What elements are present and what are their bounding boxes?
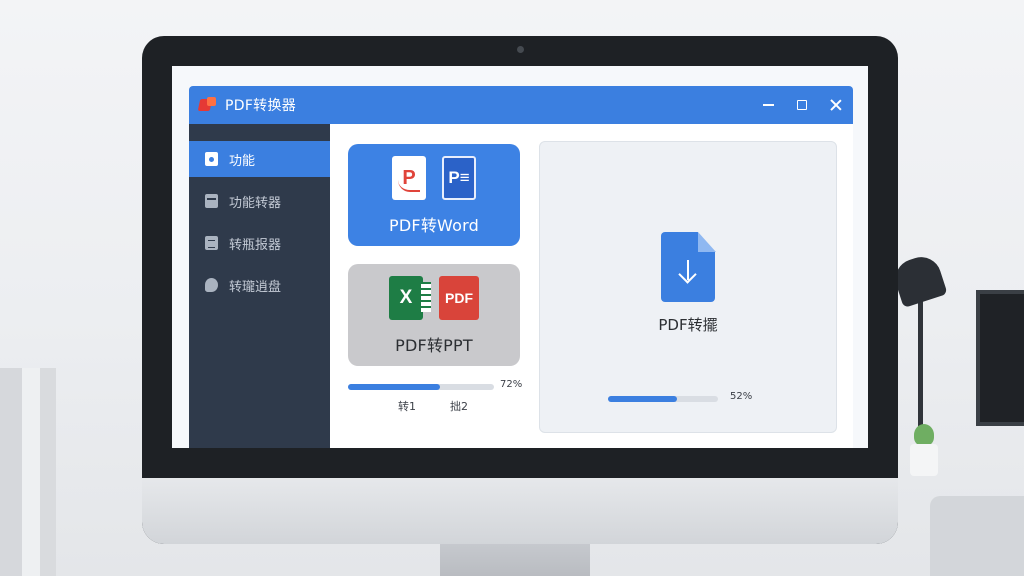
word-file-icon: P≡ xyxy=(442,156,476,200)
file-fold xyxy=(698,232,716,252)
side-shelf xyxy=(900,476,1024,488)
step-label: 拙2 xyxy=(450,400,468,413)
sidebar-item-label: 功能 xyxy=(229,153,256,169)
settings-icon xyxy=(205,278,218,292)
app-window: PDF转换器 功能 功能转器 转瓶报器 转瓏逍盘 P P≡ PDF转Word X… xyxy=(189,86,853,448)
minimize-icon xyxy=(762,104,774,106)
app-title: PDF转换器 xyxy=(225,98,297,114)
close-icon xyxy=(830,99,842,111)
app-logo-icon xyxy=(197,97,219,113)
sidebar-item-features[interactable]: 功能 xyxy=(189,141,330,177)
desk-lamp xyxy=(890,251,948,309)
drop-progress: 52% xyxy=(608,391,752,402)
step-label: 转1 xyxy=(398,400,416,413)
screen: PDF转换器 功能 功能转器 转瓶报器 转瓏逍盘 P P≡ PDF转Word X… xyxy=(172,66,868,448)
progress-percent: 52% xyxy=(730,391,753,402)
window-controls xyxy=(751,86,853,124)
sidebar-item-label: 功能转器 xyxy=(229,195,282,211)
sidebar: 功能 功能转器 转瓶报器 转瓏逍盘 xyxy=(189,124,330,448)
sidebar-item-converter[interactable]: 功能转器 xyxy=(189,183,330,219)
close-button[interactable] xyxy=(819,86,853,124)
pdf-to-ppt-card[interactable]: X PDF PDF转PPT xyxy=(348,264,520,366)
sidebar-item-label: 转瓏逍盘 xyxy=(229,279,282,295)
file-drop-zone[interactable]: PDF转擺 52% xyxy=(539,141,837,433)
maximize-icon xyxy=(797,100,807,110)
progress-bar xyxy=(348,384,494,390)
document-icon xyxy=(205,236,218,250)
arrow-down-icon xyxy=(678,260,698,282)
books xyxy=(0,368,56,576)
pdf-file-icon: P xyxy=(392,156,426,200)
card-label: PDF转Word xyxy=(389,216,479,235)
excel-file-icon: X xyxy=(389,276,431,320)
titlebar[interactable]: PDF转换器 xyxy=(189,86,853,124)
plant xyxy=(914,424,934,446)
conversion-progress: 72% 转1 拙2 xyxy=(348,379,522,413)
progress-fill xyxy=(348,384,440,390)
desk-scene: PDF转换器 功能 功能转器 转瓶报器 转瓏逍盘 P P≡ PDF转Word X… xyxy=(0,0,1024,576)
card-label: PDF转PPT xyxy=(395,336,473,355)
monitor: PDF转换器 功能 功能转器 转瓶报器 转瓏逍盘 P P≡ PDF转Word X… xyxy=(142,36,898,544)
sidebar-item-settings[interactable]: 转瓏逍盘 xyxy=(189,267,330,303)
main-content: P P≡ PDF转Word X PDF PDF转PPT 72% 转1 拙2 PD… xyxy=(330,124,853,448)
camera xyxy=(517,46,524,53)
progress-bar xyxy=(608,396,718,402)
drop-zone-label: PDF转擺 xyxy=(658,316,718,334)
minimize-button[interactable] xyxy=(751,86,785,124)
progress-percent: 72% xyxy=(500,379,523,390)
sidebar-item-reports[interactable]: 转瓶报器 xyxy=(189,225,330,261)
feature-icon xyxy=(205,152,218,166)
step-labels: 转1 拙2 xyxy=(398,398,468,414)
sidebar-item-label: 转瓶报器 xyxy=(229,237,282,253)
pdf-to-word-card[interactable]: P P≡ PDF转Word xyxy=(348,144,520,246)
plant-pot xyxy=(910,444,938,476)
pdf-file-icon: PDF xyxy=(439,276,479,320)
side-monitor xyxy=(976,290,1024,426)
monitor-chin xyxy=(142,478,898,544)
converter-icon xyxy=(205,194,218,208)
chair xyxy=(930,496,1024,576)
maximize-button[interactable] xyxy=(785,86,819,124)
progress-fill xyxy=(608,396,678,402)
